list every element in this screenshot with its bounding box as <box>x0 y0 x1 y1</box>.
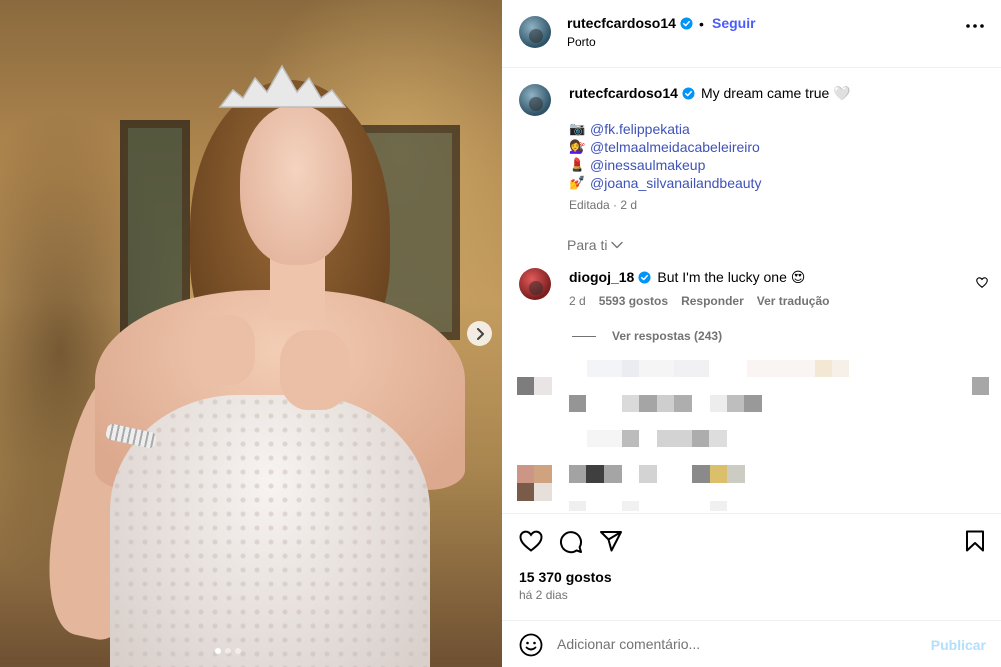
caption-meta: Editada · 2 d <box>569 198 638 212</box>
comment-line: diogoj_18 But I'm the lucky one 😍 <box>569 269 805 286</box>
author-avatar[interactable] <box>519 16 551 48</box>
share-icon[interactable] <box>599 530 623 552</box>
nail-polish-emoji-icon: 💅 <box>569 175 586 190</box>
post-actions <box>502 513 1001 565</box>
author-username[interactable]: rutecfcardoso14 <box>567 15 693 31</box>
mention-row: 📷 @fk.felippekatia <box>569 120 761 138</box>
photo-dress-lace <box>110 395 430 667</box>
add-comment-bar: Publicar <box>502 620 1001 667</box>
post-photo[interactable] <box>0 0 502 667</box>
comment-age: 2 d <box>569 294 586 308</box>
heart-icon[interactable] <box>519 530 543 552</box>
photo-face <box>240 105 352 265</box>
verified-badge-icon <box>638 271 651 284</box>
caption-username[interactable]: rutecfcardoso14 <box>569 85 678 101</box>
photo-hand-left <box>195 315 255 385</box>
blurred-comments-area <box>517 360 989 511</box>
reply-button[interactable]: Responder <box>681 294 744 308</box>
view-replies-button[interactable]: Ver respostas (243) <box>572 329 722 343</box>
commenter-avatar[interactable] <box>519 268 551 300</box>
mention-row: 💇‍♀️ @telmaalmeidacabeleireiro <box>569 138 761 156</box>
verified-badge-icon <box>680 17 693 30</box>
mention-row: 💄 @inessaulmakeup <box>569 156 761 174</box>
carousel-dot <box>235 648 241 654</box>
lipstick-emoji-icon: 💄 <box>569 157 586 172</box>
mention-row: 💅 @joana_silvanailandbeauty <box>569 174 761 192</box>
comment-sort-dropdown[interactable]: Para ti <box>567 237 624 253</box>
commenter-username[interactable]: diogoj_18 <box>569 269 634 285</box>
camera-emoji-icon: 📷 <box>569 121 586 136</box>
caption-avatar[interactable] <box>519 84 551 116</box>
follow-button[interactable]: Seguir <box>712 15 756 31</box>
author-username-text[interactable]: rutecfcardoso14 <box>567 15 676 31</box>
carousel-dot <box>225 648 231 654</box>
chevron-right-icon <box>476 327 484 340</box>
photo-tiara <box>218 64 347 108</box>
mention-link[interactable]: @fk.felippekatia <box>590 120 690 138</box>
bookmark-icon[interactable] <box>965 530 985 552</box>
heart-icon[interactable] <box>976 277 988 288</box>
comment-text: But I'm the lucky one 😍 <box>657 269 806 285</box>
post-location[interactable]: Porto <box>567 35 596 49</box>
caption-mentions: 📷 @fk.felippekatia 💇‍♀️ @telmaalmeidacab… <box>569 120 761 192</box>
caption-line: rutecfcardoso14 My dream came true 🤍 <box>569 85 851 102</box>
carousel-dot <box>215 648 221 654</box>
comment-sort-label: Para ti <box>567 237 608 253</box>
chevron-down-icon <box>611 241 624 249</box>
post-date: há 2 dias <box>519 588 568 602</box>
likes-count[interactable]: 15 370 gostos <box>519 569 612 585</box>
comment-input[interactable] <box>557 630 917 658</box>
mention-link[interactable]: @joana_silvanailandbeauty <box>590 174 761 192</box>
publish-button[interactable]: Publicar <box>931 637 986 653</box>
photo-hand-right <box>280 330 350 410</box>
carousel-indicator <box>215 648 241 654</box>
translate-button[interactable]: Ver tradução <box>757 294 830 308</box>
mention-link[interactable]: @inessaulmakeup <box>590 156 705 174</box>
haircut-emoji-icon: 💇‍♀️ <box>569 139 586 154</box>
comment-icon[interactable] <box>559 530 583 554</box>
view-replies-label: Ver respostas (243) <box>612 329 723 343</box>
carousel-next-button[interactable] <box>467 321 492 346</box>
post-header: rutecfcardoso14 • Seguir Porto <box>502 0 1001 68</box>
mention-link[interactable]: @telmaalmeidacabeleireiro <box>590 138 760 156</box>
post-side-panel: rutecfcardoso14 • Seguir Porto rutecfcar… <box>502 0 1001 667</box>
more-options-icon[interactable] <box>966 24 984 28</box>
comment-meta: 2 d 5593 gostos Responder Ver tradução <box>569 294 829 308</box>
emoji-icon[interactable] <box>519 633 543 657</box>
verified-badge-icon <box>682 87 695 100</box>
comment-likes[interactable]: 5593 gostos <box>599 294 668 308</box>
caption-text: My dream came true 🤍 <box>700 85 851 101</box>
header-separator: • <box>699 16 704 32</box>
replies-divider <box>572 335 596 337</box>
